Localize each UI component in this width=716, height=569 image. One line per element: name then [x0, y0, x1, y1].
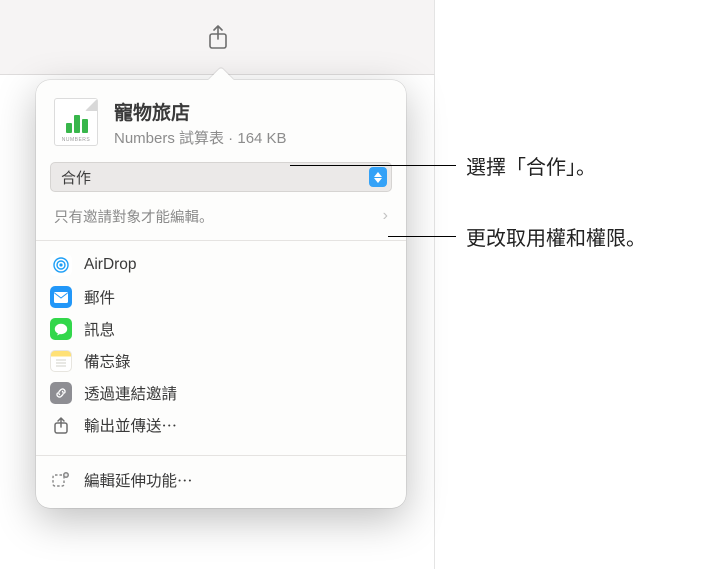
mode-selected-label: 合作: [61, 167, 91, 188]
share-option-label: 郵件: [84, 286, 115, 308]
share-option-messages[interactable]: 訊息: [42, 313, 400, 345]
permissions-row[interactable]: 只有邀請對象才能編輯。 ›: [50, 202, 392, 230]
share-icon: [207, 25, 229, 51]
extensions-icon: [50, 469, 72, 491]
share-option-label: 訊息: [84, 318, 115, 340]
share-option-label: 透過連結邀請: [84, 382, 177, 404]
divider: [36, 240, 406, 241]
notes-icon: [50, 350, 72, 372]
export-icon: [50, 414, 72, 436]
share-option-airdrop[interactable]: AirDrop: [42, 249, 400, 281]
numbers-file-icon: NUMBERS: [54, 98, 102, 146]
share-toolbar-button[interactable]: [200, 20, 236, 56]
share-popover: NUMBERS 寵物旅店 Numbers 試算表 · 164 KB 合作 只有邀…: [36, 80, 406, 508]
messages-icon: [50, 318, 72, 340]
divider: [36, 455, 406, 456]
edit-extensions[interactable]: 編輯延伸功能⋯: [42, 464, 400, 496]
window-edge: [434, 75, 435, 569]
mail-icon: [50, 286, 72, 308]
share-option-label: AirDrop: [84, 256, 137, 274]
annotation-change-permissions: 更改取用權和權限。: [388, 222, 646, 251]
share-option-notes[interactable]: 備忘錄: [42, 345, 400, 377]
file-subtitle: Numbers 試算表 · 164 KB: [114, 127, 388, 148]
edit-extensions-label: 編輯延伸功能⋯: [84, 469, 193, 491]
file-title: 寵物旅店: [114, 98, 388, 125]
annotation-choose-collab: 選擇「合作」。: [290, 151, 596, 180]
share-options-list: AirDrop 郵件 訊息 備忘錄 透過連結邀請: [36, 245, 406, 445]
share-option-link[interactable]: 透過連結邀請: [42, 377, 400, 409]
share-option-label: 備忘錄: [84, 350, 131, 372]
link-icon: [50, 382, 72, 404]
share-option-mail[interactable]: 郵件: [42, 281, 400, 313]
airdrop-icon: [50, 254, 72, 276]
share-option-label: 輸出並傳送⋯: [84, 414, 177, 436]
share-option-export[interactable]: 輸出並傳送⋯: [42, 409, 400, 441]
permissions-text: 只有邀請對象才能編輯。: [54, 206, 214, 227]
